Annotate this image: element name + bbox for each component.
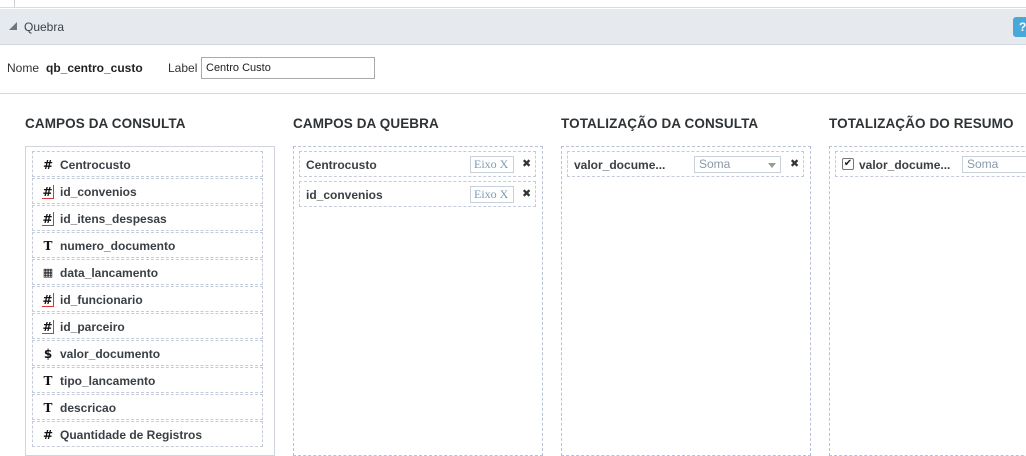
function-select[interactable]: Soma [694,156,781,173]
label-label: Label [168,61,198,75]
field-item[interactable]: # Centrocusto [32,151,263,177]
field-item[interactable]: $ valor_documento [32,340,263,366]
key-number-icon: # [42,293,54,307]
field-name: valor_documento [60,347,161,361]
quebra-column-title: CAMPOS DA QUEBRA [293,116,439,131]
remove-icon[interactable]: ✖ [522,187,531,200]
top-bar [0,0,1026,8]
function-value: Soma [699,157,731,171]
axis-select[interactable]: Eixo X [470,186,514,203]
total-field-name: valor_docume... [574,158,666,172]
break-field-name: Centrocusto [306,158,377,172]
top-divider [14,0,15,7]
calendar-icon: ▦ [42,266,54,279]
text-icon: T [43,239,53,253]
summary-field-name: valor_docume... [859,158,951,172]
key-number-icon: # [42,185,54,199]
summary-field-item[interactable]: ✔ valor_docume... Soma [835,151,1026,177]
quebra-fields-panel[interactable]: Centrocusto Eixo X ✖ id_convenios Eixo X… [293,146,543,456]
field-name: data_lancamento [60,266,159,280]
field-name: Centrocusto [60,158,131,172]
number-icon: # [42,428,54,442]
text-icon: T [43,401,53,415]
break-form: Nome qb_centro_custo Label [0,46,1026,94]
field-name: descricao [60,401,117,415]
consulta-fields-panel: # Centrocusto # id_convenios # id_itens_… [25,146,275,456]
label-input[interactable] [201,57,375,79]
consulta-column-title: CAMPOS DA CONSULTA [25,116,186,131]
field-item[interactable]: T numero_documento [32,232,263,258]
field-item[interactable]: T descricao [32,394,263,420]
function-value: Soma [967,157,999,171]
collapse-triangle-icon[interactable] [9,22,17,30]
field-name: Quantidade de Registros [60,428,203,442]
nome-value: qb_centro_custo [46,61,143,75]
totalizacao-resumo-panel[interactable]: ✔ valor_docume... Soma [829,146,1026,456]
total-field-item[interactable]: valor_docume... Soma ✖ [567,151,804,177]
section-title: Quebra [24,20,65,34]
chevron-down-icon [768,163,776,168]
section-header[interactable]: Quebra ? [0,9,1026,45]
field-name: id_itens_despesas [60,212,167,226]
axis-select[interactable]: Eixo X [470,156,514,173]
field-item[interactable]: # id_funcionario [32,286,263,312]
function-select[interactable]: Soma [962,156,1026,173]
currency-icon: $ [43,347,53,361]
field-name: id_parceiro [60,320,125,334]
key-number-icon: # [42,212,54,226]
remove-icon[interactable]: ✖ [522,157,531,170]
totalizacao-consulta-panel[interactable]: valor_docume... Soma ✖ [561,146,811,456]
break-field-item[interactable]: id_convenios Eixo X ✖ [299,181,536,207]
field-item[interactable]: # Quantidade de Registros [32,421,263,447]
field-item[interactable]: ▦ data_lancamento [32,259,263,285]
totalizacao-consulta-column-title: TOTALIZAÇÃO DA CONSULTA [561,116,759,131]
field-item[interactable]: # id_itens_despesas [32,205,263,231]
number-icon: # [42,158,54,172]
help-button[interactable]: ? [1013,17,1026,37]
totalizacao-resumo-column-title: TOTALIZAÇÃO DO RESUMO [829,116,1014,131]
field-name: id_convenios [60,185,137,199]
field-item[interactable]: # id_convenios [32,178,263,204]
checkbox[interactable]: ✔ [842,158,854,170]
key-number-icon: # [42,320,54,334]
break-field-item[interactable]: Centrocusto Eixo X ✖ [299,151,536,177]
field-name: numero_documento [60,239,176,253]
break-field-name: id_convenios [306,188,383,202]
field-name: tipo_lancamento [60,374,156,388]
field-name: id_funcionario [60,293,143,307]
field-item[interactable]: T tipo_lancamento [32,367,263,393]
field-item[interactable]: # id_parceiro [32,313,263,339]
text-icon: T [43,374,53,388]
remove-icon[interactable]: ✖ [790,157,799,170]
nome-label: Nome [7,61,40,75]
